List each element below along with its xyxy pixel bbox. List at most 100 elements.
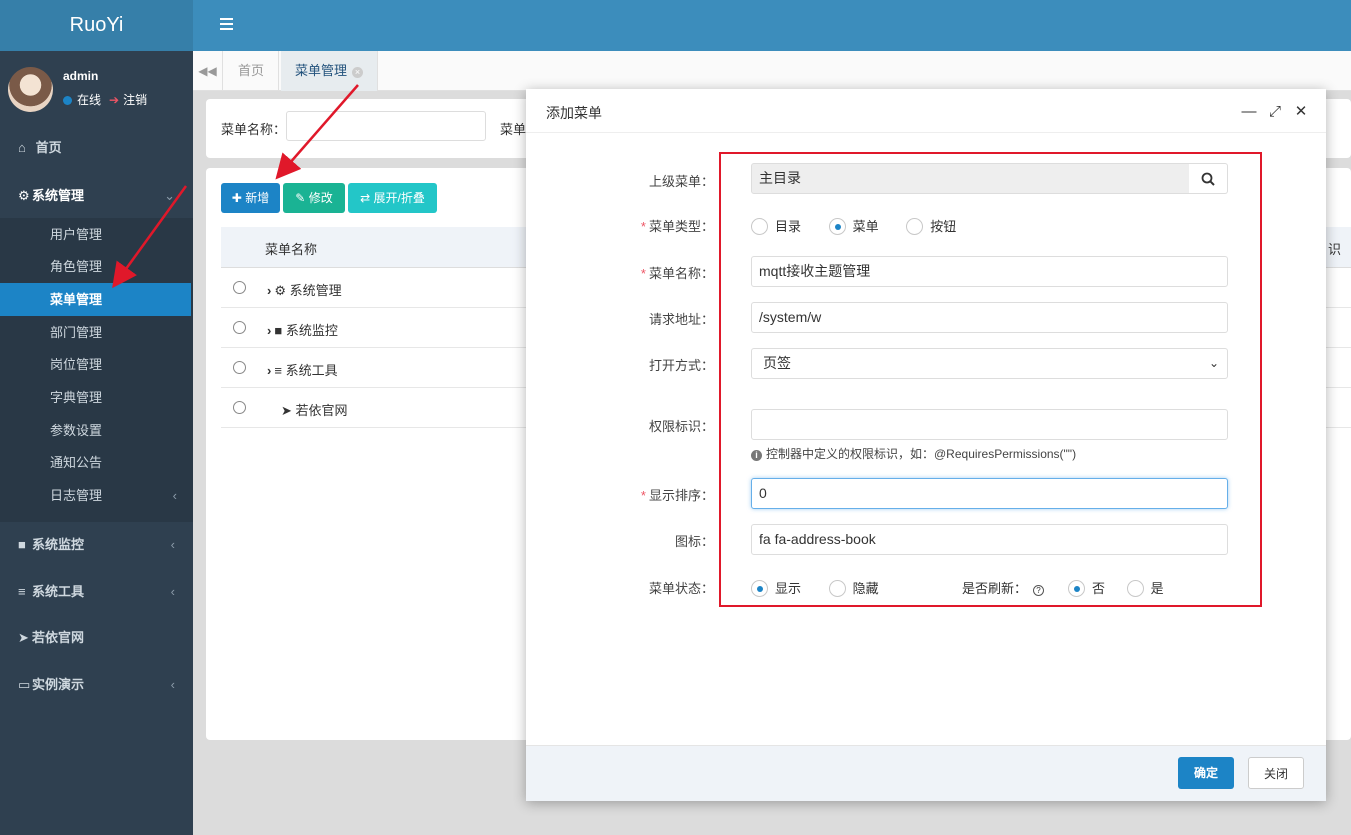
radio-type-directory[interactable]: 目录 xyxy=(751,218,802,235)
app-logo[interactable]: RuoYi xyxy=(0,0,193,51)
expand-collapse-button[interactable]: ⇄ 展开/折叠 xyxy=(348,183,437,213)
confirm-button[interactable]: 确定 xyxy=(1178,757,1234,789)
radio-refresh-no[interactable]: 否 xyxy=(1068,580,1106,597)
menu-name-search-input[interactable] xyxy=(286,111,486,141)
sidebar-item-monitor[interactable]: ■ 系统监控 ‹ xyxy=(0,528,193,561)
video-camera-icon: ■ xyxy=(274,323,283,338)
row-cell: ➤ 若依官网 xyxy=(281,400,348,419)
bars-icon: ≡ xyxy=(274,363,282,378)
radio-label: 否 xyxy=(1092,581,1106,596)
row-radio[interactable] xyxy=(233,361,246,374)
column-header-name[interactable]: 菜单名称 xyxy=(265,239,317,258)
chevron-right-icon[interactable]: › xyxy=(267,323,271,338)
row-radio[interactable] xyxy=(233,281,246,294)
sidebar-item-tools[interactable]: ≡ 系统工具 ‹ xyxy=(0,575,193,608)
radio-label: 隐藏 xyxy=(852,581,879,596)
row-radio[interactable] xyxy=(233,401,246,414)
sidebar-item-notices[interactable]: 通知公告 xyxy=(0,446,193,479)
sidebar-item-config[interactable]: 参数设置 xyxy=(0,414,193,447)
search-icon xyxy=(1201,172,1215,186)
radio-circle[interactable] xyxy=(828,580,846,597)
row-label: 系统工具 xyxy=(285,363,338,378)
permission-help-label: 控制器中定义的权限标识，如：@RequiresPermissions("") xyxy=(766,447,1077,461)
sign-out-icon[interactable]: ➔ xyxy=(109,93,119,107)
permission-label: 权限标识： xyxy=(648,419,714,434)
row-label: 若依官网 xyxy=(295,403,348,418)
sidebar-item-label: 实例演示 xyxy=(32,677,85,692)
radio-status-show[interactable]: 显示 xyxy=(751,580,802,597)
chevron-right-icon[interactable]: › xyxy=(267,363,271,378)
desktop-icon: ▭ xyxy=(18,677,31,692)
sidebar-item-depts[interactable]: 部门管理 xyxy=(0,316,193,349)
hamburger-icon[interactable] xyxy=(220,18,233,30)
menu-name-label-text: 菜单名称： xyxy=(648,266,714,281)
radio-label: 显示 xyxy=(775,581,802,596)
icon-input[interactable]: fa fa-address-book xyxy=(751,524,1228,555)
user-profile: admin 在线 ➔ 注销 xyxy=(0,51,193,125)
radio-label: 是 xyxy=(1150,581,1164,596)
tab-scroll-left-icon[interactable]: ◀◀ xyxy=(193,51,223,91)
tab-label: 首页 xyxy=(238,63,265,78)
request-url-label: 请求地址： xyxy=(648,312,714,327)
open-mode-value: 页签 xyxy=(763,355,791,371)
open-mode-select[interactable]: 页签 ⌄ xyxy=(751,348,1228,379)
menu-name-input[interactable]: mqtt接收主题管理 xyxy=(751,256,1228,287)
tab-close-icon[interactable]: × xyxy=(352,67,364,78)
avatar[interactable] xyxy=(8,67,53,112)
radio-circle[interactable] xyxy=(751,580,768,597)
top-navbar xyxy=(193,0,1351,51)
sidebar-item-users[interactable]: 用户管理 xyxy=(0,218,193,251)
chevron-left-icon: ‹ xyxy=(170,584,175,599)
question-circle-icon[interactable]: ? xyxy=(1033,585,1045,596)
parent-menu-input[interactable]: 主目录 xyxy=(751,163,1190,194)
sidebar-item-demo[interactable]: ▭ 实例演示 ‹ xyxy=(0,668,193,701)
sidebar-item-posts[interactable]: 岗位管理 xyxy=(0,348,193,381)
edit-button[interactable]: ✎ 修改 xyxy=(283,183,345,213)
maximize-icon[interactable]: ⤢ xyxy=(1266,103,1284,120)
row-cell: › ⚙ 系统管理 xyxy=(267,280,342,299)
online-status: 在线 xyxy=(77,93,102,107)
radio-label: 菜单 xyxy=(852,219,879,234)
home-icon: ⌂ xyxy=(18,140,26,155)
dialog-title: 添加菜单 xyxy=(546,105,602,121)
radio-type-menu[interactable]: 菜单 xyxy=(828,218,879,235)
radio-circle[interactable] xyxy=(751,218,768,235)
sidebar-item-menus[interactable]: 菜单管理 xyxy=(0,283,191,316)
parent-menu-search-button[interactable] xyxy=(1189,163,1228,194)
display-order-input[interactable]: 0 xyxy=(751,478,1228,509)
sidebar-item-dicts[interactable]: 字典管理 xyxy=(0,381,193,414)
dialog-footer: 确定 关闭 xyxy=(526,745,1326,801)
row-radio[interactable] xyxy=(233,321,246,334)
radio-circle[interactable] xyxy=(1068,580,1085,597)
tab-menu-management[interactable]: 菜单管理 × xyxy=(281,51,379,91)
refresh-label-text: 是否刷新： xyxy=(962,581,1028,596)
sidebar-item-label: 系统工具 xyxy=(32,584,85,599)
chevron-right-icon[interactable]: › xyxy=(267,283,271,298)
user-status: 在线 ➔ 注销 xyxy=(63,91,147,108)
tab-home[interactable]: 首页 xyxy=(224,51,280,91)
add-button[interactable]: ✚ 新增 xyxy=(221,183,280,213)
edit-button-label: 修改 xyxy=(308,191,333,205)
radio-type-button[interactable]: 按钮 xyxy=(906,218,957,235)
radio-circle[interactable] xyxy=(828,218,846,235)
radio-label: 目录 xyxy=(775,219,802,234)
sidebar-item-home[interactable]: ⌂ 首页 xyxy=(0,131,193,164)
minimize-icon[interactable]: — xyxy=(1240,103,1258,120)
close-button[interactable]: 关闭 xyxy=(1248,757,1304,789)
request-url-input[interactable]: /system/w xyxy=(751,302,1228,333)
sidebar-item-system[interactable]: ⚙ 系统管理 ⌄ xyxy=(0,179,193,212)
radio-status-hide[interactable]: 隐藏 xyxy=(828,580,879,597)
permission-input[interactable] xyxy=(751,409,1228,440)
dialog-header: 添加菜单 — ⤢ ✕ xyxy=(526,89,1326,133)
sidebar-item-logs[interactable]: 日志管理 ‹ xyxy=(0,479,193,512)
close-icon[interactable]: ✕ xyxy=(1292,102,1310,120)
location-arrow-icon: ➤ xyxy=(18,630,29,645)
logout-link[interactable]: 注销 xyxy=(123,93,147,107)
required-mark: * xyxy=(640,266,646,281)
radio-circle[interactable] xyxy=(906,218,924,235)
sidebar-item-roles[interactable]: 角色管理 xyxy=(0,250,193,283)
sidebar-item-site[interactable]: ➤ 若依官网 xyxy=(0,621,193,654)
radio-circle[interactable] xyxy=(1126,580,1144,597)
radio-refresh-yes[interactable]: 是 xyxy=(1126,580,1164,597)
radio-label: 按钮 xyxy=(930,219,957,234)
